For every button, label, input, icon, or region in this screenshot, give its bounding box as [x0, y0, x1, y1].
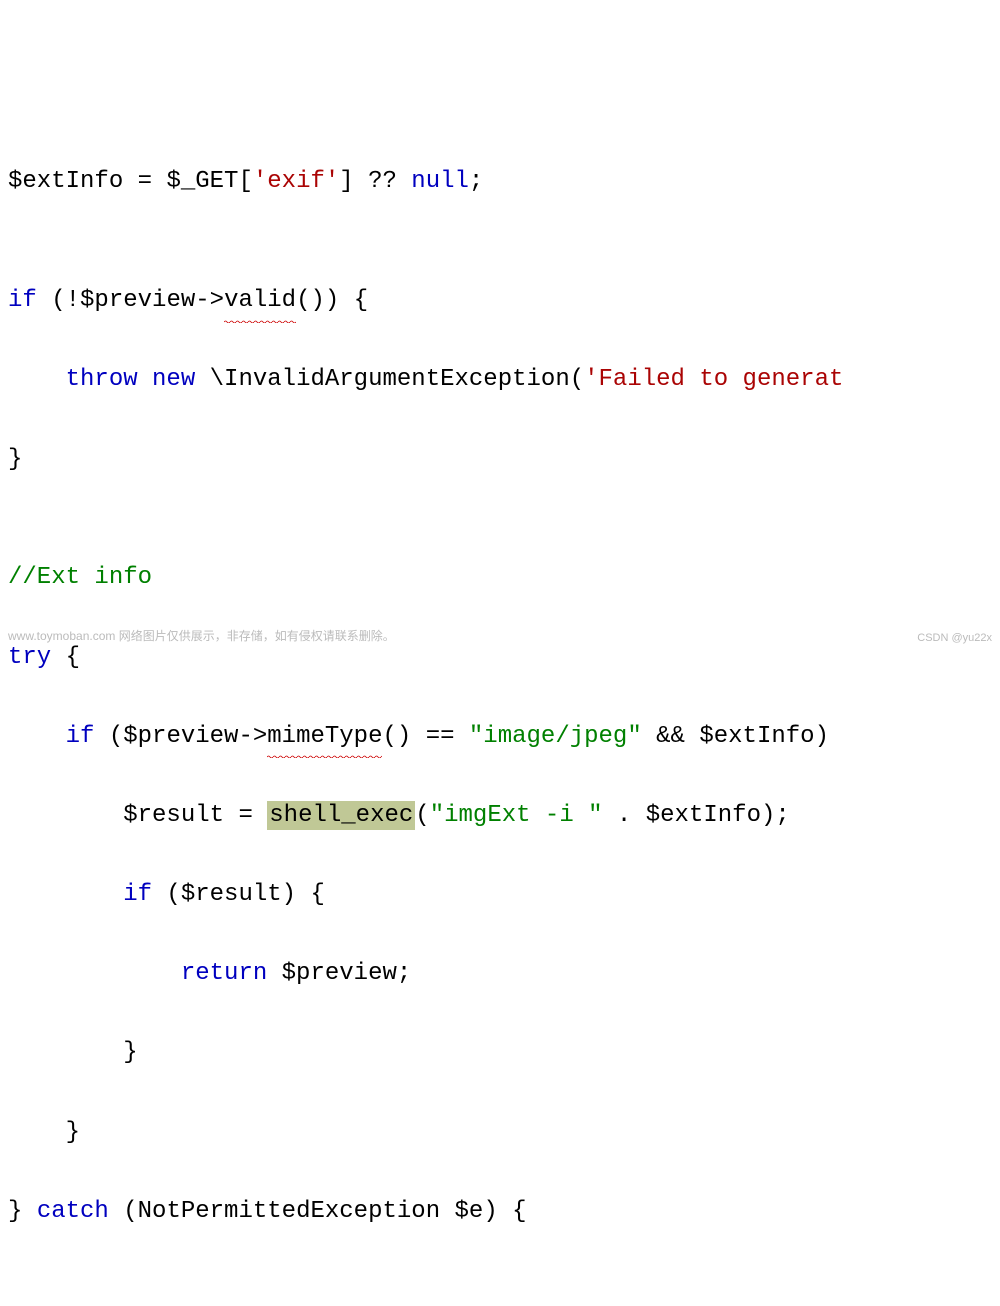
paren: ( [94, 723, 123, 750]
paren: ( [570, 366, 584, 393]
semicolon: ; [397, 960, 411, 987]
method-valid: valid [224, 281, 296, 321]
string: "image/jpeg" [469, 723, 642, 750]
keyword-if: if [8, 287, 37, 314]
operator: = [224, 802, 267, 829]
keyword-throw: throw [66, 366, 138, 393]
space [138, 366, 152, 393]
code-line-1: $extInfo = $_GET['exif'] ?? null; [8, 162, 992, 202]
variable: $e [455, 1198, 484, 1225]
keyword-catch: catch [37, 1198, 109, 1225]
code-line-5: } [8, 440, 992, 480]
code-block: $extInfo = $_GET['exif'] ?? null; if (!$… [8, 162, 992, 1231]
code-line-14: } [8, 1113, 992, 1153]
comment: //Ext info [8, 564, 152, 591]
space [267, 960, 281, 987]
brace: ) { [282, 881, 325, 908]
class-name: \InvalidArgumentException [210, 366, 570, 393]
operator: ?? [354, 168, 412, 195]
paren: ( [109, 1198, 138, 1225]
variable: $extInfo [646, 802, 761, 829]
brace: { [51, 644, 80, 671]
operator: = [123, 168, 166, 195]
paren: ( [415, 802, 429, 829]
keyword-if: if [123, 881, 152, 908]
paren: (! [37, 287, 80, 314]
space [195, 366, 209, 393]
variable: $extInfo [699, 723, 814, 750]
watermark-right: CSDN @yu22x [917, 629, 992, 647]
variable: $result [123, 802, 224, 829]
space [440, 1198, 454, 1225]
variable: $preview [80, 287, 195, 314]
string: 'Failed to generat [584, 366, 843, 393]
brace: } [8, 446, 22, 473]
class-name: NotPermittedException [138, 1198, 440, 1225]
brace: } [123, 1039, 137, 1066]
method-mimetype: mimeType [267, 717, 382, 757]
brace: ) { [483, 1198, 526, 1225]
func-shell-exec: shell_exec [267, 801, 415, 830]
brace: } [66, 1119, 80, 1146]
operator: . [603, 802, 646, 829]
code-line-9: if ($preview->mimeType() == "image/jpeg"… [8, 717, 992, 757]
variable: $result [181, 881, 282, 908]
variable: $preview [282, 960, 397, 987]
bracket: ] [339, 168, 353, 195]
arrow: -> [195, 287, 224, 314]
code-line-15: } catch (NotPermittedException $e) { [8, 1192, 992, 1232]
arrow: -> [238, 723, 267, 750]
code-line-7: //Ext info [8, 558, 992, 598]
code-line-3: if (!$preview->valid()) { [8, 281, 992, 321]
keyword-return: return [181, 960, 267, 987]
null-keyword: null [411, 168, 469, 195]
paren: ); [761, 802, 790, 829]
keyword-try: try [8, 644, 51, 671]
code-line-10: $result = shell_exec("imgExt -i " . $ext… [8, 796, 992, 836]
variable: $extInfo [8, 168, 123, 195]
variable: $preview [123, 723, 238, 750]
operator: && [642, 723, 700, 750]
code-line-4: throw new \InvalidArgumentException('Fai… [8, 360, 992, 400]
brace: } [8, 1198, 37, 1225]
semicolon: ; [469, 168, 483, 195]
keyword-new: new [152, 366, 195, 393]
call: ()) { [296, 287, 368, 314]
variable: $_GET [166, 168, 238, 195]
keyword-if: if [66, 723, 95, 750]
paren: ) [815, 723, 829, 750]
bracket: [ [238, 168, 252, 195]
call: () == [382, 723, 468, 750]
watermark-left: www.toymoban.com 网络图片仅供展示，非存储，如有侵权请联系删除。 [8, 627, 395, 647]
string: 'exif' [253, 168, 339, 195]
code-line-12: return $preview; [8, 954, 992, 994]
code-line-13: } [8, 1033, 992, 1073]
code-line-11: if ($result) { [8, 875, 992, 915]
paren: ( [152, 881, 181, 908]
string: "imgExt -i " [430, 802, 603, 829]
